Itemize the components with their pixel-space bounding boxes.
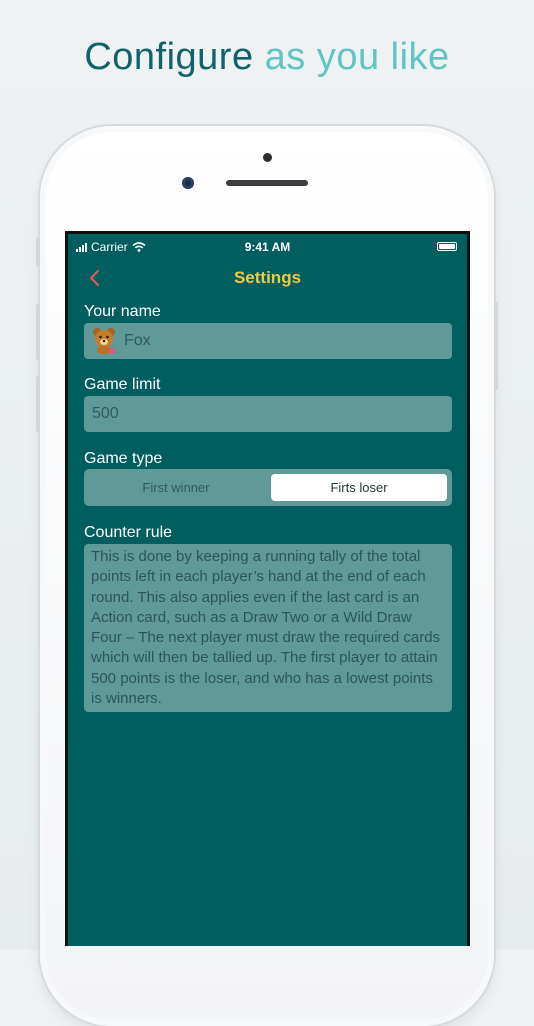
game-limit-label: Game limit: [84, 376, 161, 393]
segment-first-winner[interactable]: First winner: [88, 474, 264, 501]
game-limit-input[interactable]: 500: [92, 405, 119, 423]
segment-firts-loser[interactable]: Firts loser: [271, 474, 447, 501]
navigation-bar: Settings: [68, 264, 467, 292]
game-limit-field[interactable]: 500: [84, 396, 452, 432]
counter-rule-textarea[interactable]: This is done by keeping a running tally …: [84, 544, 452, 712]
counter-rule-text: This is done by keeping a running tally …: [91, 548, 441, 708]
phone-volume-down: [36, 376, 40, 432]
front-camera: [182, 177, 194, 189]
name-input[interactable]: Fox: [124, 332, 151, 350]
battery-icon: [437, 242, 457, 251]
phone-silent-switch: [36, 238, 40, 266]
bear-avatar-icon: [93, 328, 115, 354]
status-time: 9:41 AM: [244, 240, 291, 254]
phone-power-button: [494, 302, 498, 390]
phone-sensor: [263, 153, 272, 162]
counter-rule-label: Counter rule: [84, 524, 173, 541]
your-name-label: Your name: [84, 303, 161, 320]
headline-part-2: as you like: [264, 36, 450, 78]
phone-speaker: [226, 180, 308, 186]
headline-part-1: Configure: [84, 36, 254, 78]
game-type-segmented-control: First winner Firts loser: [84, 469, 452, 506]
page-title: Settings: [233, 268, 302, 287]
game-type-label: Game type: [84, 450, 163, 467]
phone-volume-up: [36, 304, 40, 360]
status-bar: Carrier 9:41 AM: [68, 238, 467, 256]
app-screen: Carrier 9:41 AM Settings Your name Fox G…: [65, 231, 470, 946]
marketing-headline: Configure as you like: [0, 36, 534, 79]
name-field[interactable]: Fox: [84, 323, 452, 359]
